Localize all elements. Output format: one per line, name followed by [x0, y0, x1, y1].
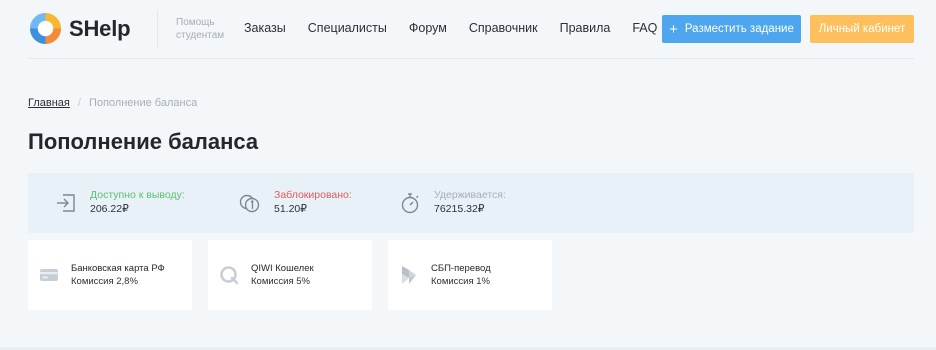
main-nav: Заказы Специалисты Форум Справочник Прав…: [244, 21, 679, 35]
page-title: Пополнение баланса: [28, 129, 259, 154]
balance-available-value: 206.22₽: [90, 203, 129, 215]
withdraw-icon: [57, 193, 75, 212]
balance-held-value: 76215.32₽: [434, 203, 485, 215]
page: SHelp Помощь студентам Заказы Специалист…: [0, 0, 936, 350]
payment-method-fee: Комиссия 2,8%: [71, 276, 138, 287]
stopwatch-icon: [401, 192, 419, 213]
payment-method-fee: Комиссия 1%: [431, 276, 490, 287]
balance-available-label: Доступно к выводу:: [90, 189, 185, 201]
logo-icon: [29, 12, 62, 45]
cabinet-button[interactable]: Личный кабинет: [810, 15, 914, 43]
payment-method-sbp[interactable]: СБП-перевод Комиссия 1%: [388, 240, 552, 310]
balance-blocked-label: Заблокировано:: [274, 189, 352, 201]
header-divider: [157, 10, 158, 48]
breadcrumb-home[interactable]: Главная: [28, 97, 70, 109]
logo-text: SHelp: [69, 15, 131, 41]
plus-icon: +: [669, 20, 678, 38]
site-header: SHelp Помощь студентам Заказы Специалист…: [0, 0, 936, 58]
sbp-icon: [402, 266, 416, 284]
breadcrumb-current: Пополнение баланса: [88, 97, 198, 109]
balance-blocked-value: 51.20₽: [274, 203, 307, 215]
tagline: Помощь студентам: [176, 17, 225, 41]
payment-method-qiwi[interactable]: QIWI Кошелек Комиссия 5%: [208, 240, 372, 310]
nav-faq[interactable]: FAQ: [632, 21, 657, 35]
coins-icon: [239, 194, 260, 212]
breadcrumb: Главная / Пополнение баланса: [28, 97, 197, 109]
balance-held-label: Удерживается:: [434, 189, 506, 201]
nav-reference[interactable]: Справочник: [469, 21, 538, 35]
balance-available: Доступно к выводу: 206.22₽: [54, 189, 185, 216]
header-separator: [28, 58, 914, 59]
cabinet-label: Личный кабинет: [818, 23, 906, 35]
nav-rules[interactable]: Правила: [560, 21, 611, 35]
payment-method-name: СБП-перевод: [431, 263, 491, 274]
post-task-button[interactable]: + Разместить задание: [662, 15, 801, 43]
nav-orders[interactable]: Заказы: [244, 21, 286, 35]
payment-method-name: QIWI Кошелек: [251, 263, 314, 274]
balance-blocked: Заблокировано: 51.20₽: [238, 189, 352, 216]
balance-held: Удерживается: 76215.32₽: [398, 189, 506, 216]
balance-panel: Доступно к выводу: 206.22₽ Заблокировано…: [28, 173, 914, 233]
post-task-label: Разместить задание: [684, 23, 794, 35]
breadcrumb-separator: /: [77, 97, 81, 109]
payment-method-name: Банковская карта РФ: [71, 263, 165, 274]
bank-card-icon: [40, 269, 58, 281]
payment-method-bank-card[interactable]: Банковская карта РФ Комиссия 2,8%: [28, 240, 192, 310]
nav-specialists[interactable]: Специалисты: [308, 21, 387, 35]
nav-forum[interactable]: Форум: [409, 21, 447, 35]
qiwi-icon: [220, 266, 239, 285]
logo[interactable]: SHelp: [28, 11, 131, 46]
payment-method-fee: Комиссия 5%: [251, 276, 310, 287]
